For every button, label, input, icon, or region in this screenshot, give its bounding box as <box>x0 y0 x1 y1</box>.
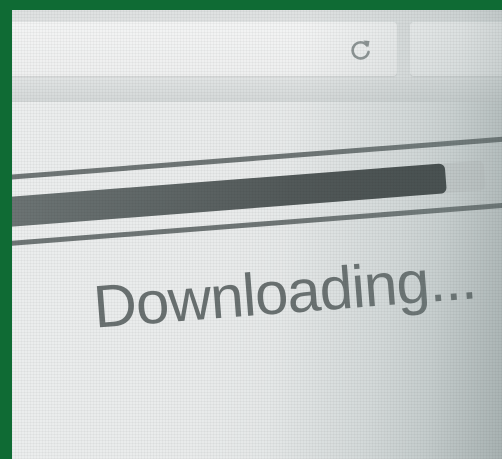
download-status-text: Downloading... <box>91 244 478 341</box>
reload-icon[interactable] <box>348 37 374 63</box>
browser-toolbar <box>12 10 502 102</box>
search-bar[interactable] <box>410 22 502 76</box>
frame-border: Downloading... <box>0 0 502 459</box>
download-panel: Downloading... <box>12 117 502 419</box>
address-bar[interactable] <box>12 22 397 76</box>
browser-screen: Downloading... <box>12 10 502 459</box>
